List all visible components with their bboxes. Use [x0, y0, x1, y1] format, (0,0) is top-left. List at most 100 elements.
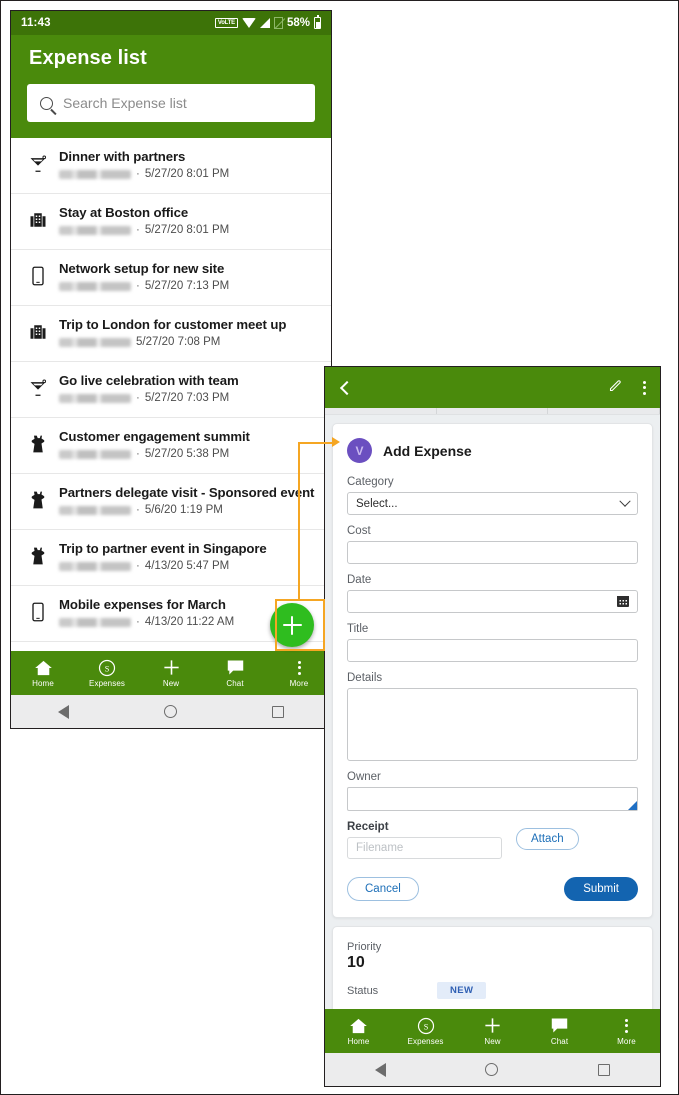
- recents-square-icon[interactable]: [271, 705, 284, 718]
- field-label: Details: [347, 672, 383, 684]
- nav-label: Expenses: [89, 678, 125, 688]
- date-input[interactable]: [347, 590, 638, 613]
- home-circle-icon[interactable]: [163, 705, 177, 718]
- expense-meta: · 5/6/20 1:19 PM: [59, 504, 317, 516]
- expense-meta: · 5/27/20 5:38 PM: [59, 448, 317, 460]
- status-row: Status NEW: [347, 982, 638, 999]
- meta-separator: ·: [136, 392, 140, 404]
- nav-label: Chat: [550, 1036, 569, 1046]
- cost-input[interactable]: [347, 541, 638, 564]
- submit-button[interactable]: Submit: [564, 877, 638, 901]
- expense-date: 5/27/20 5:38 PM: [144, 448, 230, 460]
- kebab-menu-icon[interactable]: [643, 380, 646, 395]
- signal-icon: [259, 18, 270, 28]
- svg-text:S: S: [423, 1022, 428, 1031]
- nav-item-new[interactable]: New: [139, 659, 203, 688]
- table-row[interactable]: Trip to London for customer meet up 5/27…: [11, 306, 331, 362]
- nav-item-more[interactable]: More: [593, 1017, 660, 1046]
- calendar-icon[interactable]: [616, 595, 630, 607]
- author-redacted: [59, 393, 131, 403]
- meta-separator: ·: [136, 280, 140, 292]
- nav-label: Home: [347, 1036, 370, 1046]
- nav-label: Chat: [226, 678, 244, 688]
- expense-title: Trip to London for customer meet up: [59, 317, 287, 332]
- table-row[interactable]: Partners delegate visit - Sponsored even…: [11, 474, 331, 530]
- form-actions: Cancel Submit: [347, 877, 638, 901]
- field-details: Details: [347, 672, 638, 761]
- nav-item-new[interactable]: New: [459, 1017, 526, 1046]
- nav-item-more[interactable]: More: [267, 659, 331, 688]
- search-placeholder: Search Expense list: [63, 95, 187, 111]
- svg-text:S: S: [105, 664, 110, 673]
- mobile-icon: [27, 597, 49, 627]
- field-label: Owner: [347, 771, 381, 783]
- row-body: Dinner with partners · 5/27/20 8:01 PM: [59, 149, 317, 180]
- row-body: Partners delegate visit - Sponsored even…: [59, 485, 317, 516]
- nav-label: More: [289, 678, 309, 688]
- nav-item-home[interactable]: Home: [325, 1017, 392, 1046]
- category-select-value: Select...: [356, 497, 398, 510]
- nav-item-chat[interactable]: Chat: [526, 1017, 593, 1046]
- category-select[interactable]: Select...: [347, 492, 638, 515]
- receipt-field: Receipt Filename: [347, 821, 502, 859]
- record-meta-card: Priority 10 Status NEW Created about a m…: [332, 926, 653, 1009]
- field-label: Title: [347, 623, 369, 635]
- scrolled-tab-strip: [325, 408, 660, 415]
- table-row[interactable]: Customer engagement summit · 5/27/20 5:3…: [11, 418, 331, 474]
- author-redacted: [59, 225, 131, 235]
- app-bar: Expense list: [11, 35, 331, 70]
- receipt-filename-input[interactable]: Filename: [347, 837, 502, 859]
- meta-separator: ·: [136, 448, 140, 460]
- nav-item-home[interactable]: Home: [11, 659, 75, 688]
- fab-add-button[interactable]: [270, 603, 314, 647]
- nav-item-expenses[interactable]: S Expenses: [75, 659, 139, 688]
- table-row[interactable]: Trip to partner event in Singapore · 4/1…: [11, 530, 331, 586]
- chevron-left-icon[interactable]: [339, 380, 355, 395]
- field-owner: Owner: [347, 771, 638, 811]
- priority-value: 10: [347, 954, 365, 971]
- nav-item-expenses[interactable]: S Expenses: [392, 1017, 459, 1046]
- table-row[interactable]: Stay at Boston office · 5/27/20 8:01 PM: [11, 194, 331, 250]
- page-title: Expense list: [29, 47, 147, 69]
- building-icon: [27, 205, 49, 235]
- recents-square-icon[interactable]: [598, 1063, 611, 1076]
- chevron-down-icon: [619, 495, 631, 507]
- expense-date: 5/27/20 8:01 PM: [144, 224, 230, 236]
- receipt-placeholder: Filename: [356, 842, 404, 854]
- wifi-icon: [241, 18, 256, 28]
- receipt-row: Receipt Filename Attach: [347, 821, 638, 859]
- title-input[interactable]: [347, 639, 638, 662]
- owner-input[interactable]: [347, 787, 638, 811]
- table-row[interactable]: Network setup for new site · 5/27/20 7:1…: [11, 250, 331, 306]
- meta-separator: ·: [136, 616, 140, 628]
- back-triangle-icon[interactable]: [58, 704, 70, 719]
- expense-meta: · 5/27/20 7:03 PM: [59, 392, 317, 404]
- volte-icon: VoLTE: [214, 18, 238, 28]
- attach-button[interactable]: Attach: [516, 828, 579, 850]
- form-header: V Add Expense: [347, 438, 638, 463]
- nav-item-chat[interactable]: Chat: [203, 659, 267, 688]
- nav-label: More: [617, 1036, 636, 1046]
- table-row[interactable]: Dinner with partners · 5/27/20 8:01 PM: [11, 138, 331, 194]
- dollar-circle-icon: S: [98, 659, 116, 677]
- back-triangle-icon[interactable]: [374, 1062, 386, 1077]
- cancel-button[interactable]: Cancel: [347, 877, 419, 901]
- screenshot-canvas: 11:43 VoLTE 58% Expense list Search Expe…: [0, 0, 679, 1095]
- priority-label: Priority: [347, 941, 382, 953]
- search-input[interactable]: Search Expense list: [27, 84, 315, 122]
- detail-scroll-area[interactable]: V Add Expense Category Select... Cost Da…: [325, 415, 660, 1009]
- airplane-icon: [27, 541, 49, 571]
- home-circle-icon[interactable]: [485, 1063, 499, 1076]
- field-date: Date: [347, 574, 638, 613]
- expense-title: Network setup for new site: [59, 261, 225, 276]
- table-row[interactable]: Go live celebration with team · 5/27/20 …: [11, 362, 331, 418]
- author-redacted: [59, 505, 131, 515]
- pencil-icon[interactable]: [608, 378, 623, 398]
- field-title: Title: [347, 623, 638, 662]
- details-textarea[interactable]: [347, 688, 638, 761]
- search-icon: [40, 96, 53, 110]
- status-badge: NEW: [437, 982, 487, 999]
- expense-meta: · 5/27/20 8:01 PM: [59, 224, 317, 236]
- expense-date: 5/27/20 7:08 PM: [136, 336, 221, 348]
- plus-icon: [162, 659, 181, 677]
